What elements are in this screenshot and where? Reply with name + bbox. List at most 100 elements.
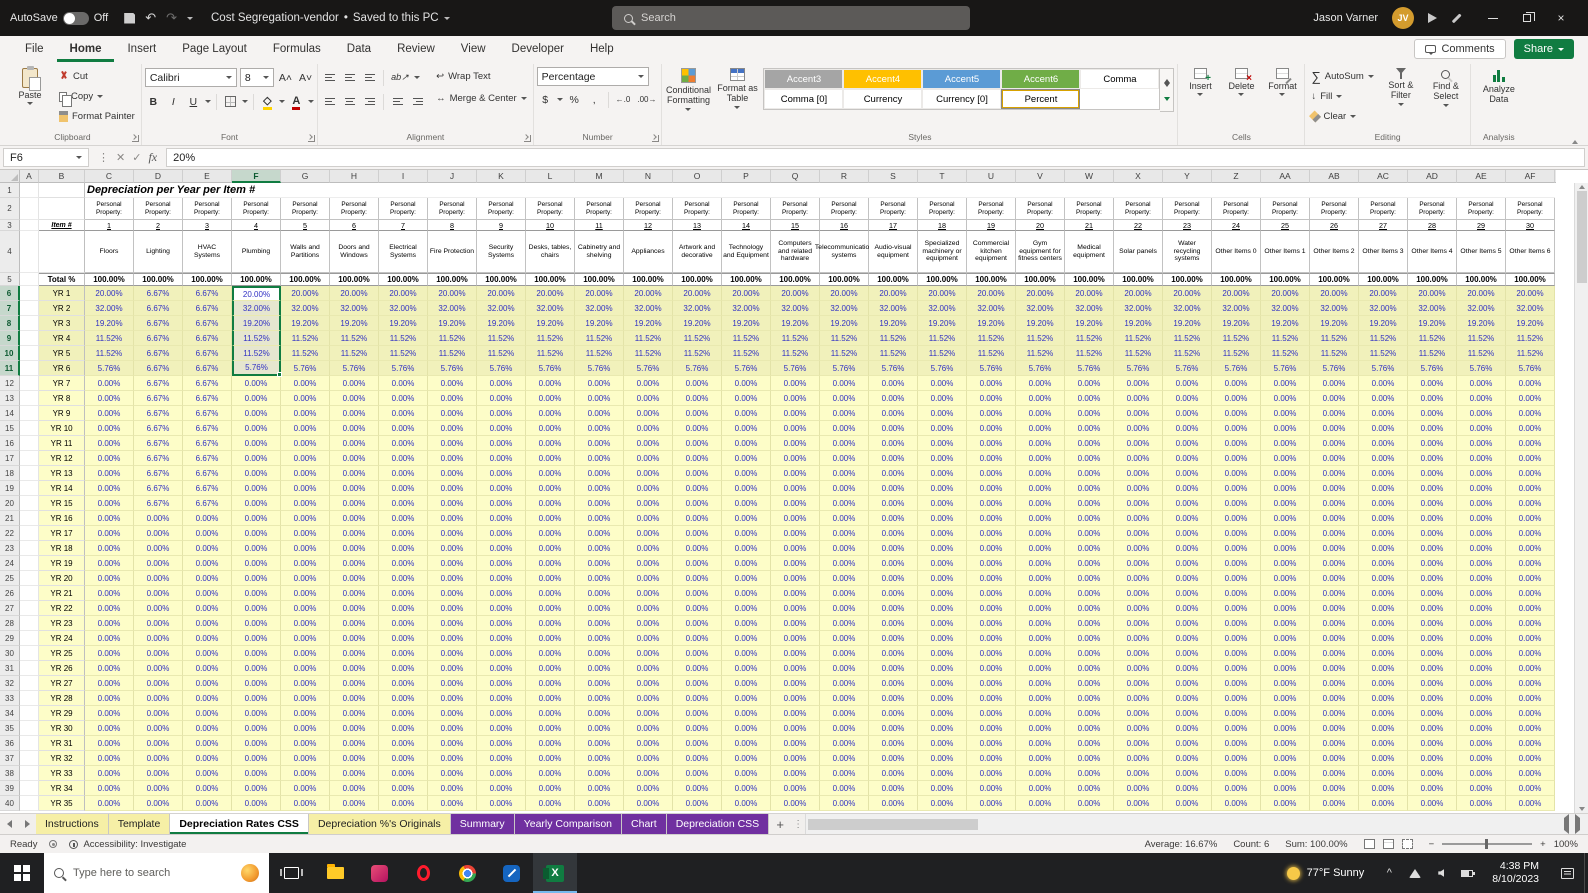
cell-AD33[interactable]: 0.00% bbox=[1408, 691, 1457, 706]
cell-G14[interactable]: 0.00% bbox=[281, 406, 330, 421]
cell-D33[interactable]: 0.00% bbox=[134, 691, 183, 706]
cell-AF23[interactable]: 0.00% bbox=[1506, 541, 1555, 556]
zoom-thumb[interactable] bbox=[1485, 839, 1489, 849]
cell-H38[interactable]: 0.00% bbox=[330, 766, 379, 781]
fill-handle[interactable] bbox=[277, 372, 282, 377]
cell-Z34[interactable]: 0.00% bbox=[1212, 706, 1261, 721]
cell-E36[interactable]: 0.00% bbox=[183, 736, 232, 751]
cell-G40[interactable]: 0.00% bbox=[281, 796, 330, 811]
cell-Z35[interactable]: 0.00% bbox=[1212, 721, 1261, 736]
number-format-select[interactable]: Percentage bbox=[536, 67, 649, 86]
sort-filter-button[interactable]: Sort & Filter bbox=[1380, 65, 1422, 125]
cell-O7[interactable]: 32.00% bbox=[673, 301, 722, 316]
cell-D7[interactable]: 6.67% bbox=[134, 301, 183, 316]
property-cell[interactable]: Personal Property: bbox=[1408, 198, 1457, 220]
category-cell[interactable]: Computers and related hardware bbox=[771, 231, 820, 273]
cell-L29[interactable]: 0.00% bbox=[526, 631, 575, 646]
cell-S15[interactable]: 0.00% bbox=[869, 421, 918, 436]
cell[interactable] bbox=[20, 198, 39, 220]
cell[interactable] bbox=[20, 616, 39, 631]
ribbon-tab-help[interactable]: Help bbox=[577, 36, 627, 62]
cell[interactable] bbox=[20, 556, 39, 571]
column-header-AC[interactable]: AC bbox=[1359, 170, 1408, 183]
cell-V35[interactable]: 0.00% bbox=[1016, 721, 1065, 736]
cell-L34[interactable]: 0.00% bbox=[526, 706, 575, 721]
cell-D11[interactable]: 6.67% bbox=[134, 361, 183, 376]
total-cell[interactable]: 100.00% bbox=[1163, 273, 1212, 286]
cell-AB15[interactable]: 0.00% bbox=[1310, 421, 1359, 436]
item-number-cell[interactable]: 17 bbox=[869, 220, 918, 231]
cell-E31[interactable]: 0.00% bbox=[183, 661, 232, 676]
cell-D21[interactable]: 0.00% bbox=[134, 511, 183, 526]
cell-AE21[interactable]: 0.00% bbox=[1457, 511, 1506, 526]
cell-AD10[interactable]: 11.52% bbox=[1408, 346, 1457, 361]
cell-S23[interactable]: 0.00% bbox=[869, 541, 918, 556]
cell-V25[interactable]: 0.00% bbox=[1016, 571, 1065, 586]
property-cell[interactable]: Personal Property: bbox=[1457, 198, 1506, 220]
cell-AE8[interactable]: 19.20% bbox=[1457, 316, 1506, 331]
cell-K34[interactable]: 0.00% bbox=[477, 706, 526, 721]
cell-D34[interactable]: 0.00% bbox=[134, 706, 183, 721]
cell-U39[interactable]: 0.00% bbox=[967, 781, 1016, 796]
cell-W9[interactable]: 11.52% bbox=[1065, 331, 1114, 346]
row-header-33[interactable]: 33 bbox=[0, 691, 20, 706]
total-cell[interactable]: 100.00% bbox=[477, 273, 526, 286]
cell-S19[interactable]: 0.00% bbox=[869, 481, 918, 496]
cell-AF26[interactable]: 0.00% bbox=[1506, 586, 1555, 601]
cell-X17[interactable]: 0.00% bbox=[1114, 451, 1163, 466]
cell-L21[interactable]: 0.00% bbox=[526, 511, 575, 526]
row-header-20[interactable]: 20 bbox=[0, 496, 20, 511]
cell-AB37[interactable]: 0.00% bbox=[1310, 751, 1359, 766]
cell-AF37[interactable]: 0.00% bbox=[1506, 751, 1555, 766]
cell-AB34[interactable]: 0.00% bbox=[1310, 706, 1359, 721]
year-label-cell[interactable]: YR 34 bbox=[39, 781, 85, 796]
total-cell[interactable]: 100.00% bbox=[673, 273, 722, 286]
cell-U22[interactable]: 0.00% bbox=[967, 526, 1016, 541]
cell-W13[interactable]: 0.00% bbox=[1065, 391, 1114, 406]
cell-AD13[interactable]: 0.00% bbox=[1408, 391, 1457, 406]
cell-L28[interactable]: 0.00% bbox=[526, 616, 575, 631]
cell[interactable] bbox=[20, 541, 39, 556]
property-cell[interactable]: Personal Property: bbox=[820, 198, 869, 220]
cell-D25[interactable]: 0.00% bbox=[134, 571, 183, 586]
cell-R13[interactable]: 0.00% bbox=[820, 391, 869, 406]
cell-Z12[interactable]: 0.00% bbox=[1212, 376, 1261, 391]
cell-R20[interactable]: 0.00% bbox=[820, 496, 869, 511]
cell-P12[interactable]: 0.00% bbox=[722, 376, 771, 391]
cell-Q26[interactable]: 0.00% bbox=[771, 586, 820, 601]
add-sheet-button[interactable]: + bbox=[769, 814, 791, 834]
cell-Q11[interactable]: 5.76% bbox=[771, 361, 820, 376]
collapse-ribbon-button[interactable] bbox=[1572, 123, 1578, 144]
property-cell[interactable]: Personal Property: bbox=[477, 198, 526, 220]
cell-N29[interactable]: 0.00% bbox=[624, 631, 673, 646]
cell-M34[interactable]: 0.00% bbox=[575, 706, 624, 721]
cell-L7[interactable]: 32.00% bbox=[526, 301, 575, 316]
property-cell[interactable]: Personal Property: bbox=[1114, 198, 1163, 220]
cell-I31[interactable]: 0.00% bbox=[379, 661, 428, 676]
find-select-button[interactable]: Find & Select bbox=[1425, 65, 1467, 125]
year-label-cell[interactable]: YR 33 bbox=[39, 766, 85, 781]
cell[interactable] bbox=[20, 721, 39, 736]
cell-P28[interactable]: 0.00% bbox=[722, 616, 771, 631]
item-number-cell[interactable]: 14 bbox=[722, 220, 771, 231]
cell-P27[interactable]: 0.00% bbox=[722, 601, 771, 616]
cell-AC21[interactable]: 0.00% bbox=[1359, 511, 1408, 526]
cell[interactable] bbox=[20, 406, 39, 421]
total-cell[interactable]: 100.00% bbox=[330, 273, 379, 286]
cell-D40[interactable]: 0.00% bbox=[134, 796, 183, 811]
cell-AF38[interactable]: 0.00% bbox=[1506, 766, 1555, 781]
cell-F34[interactable]: 0.00% bbox=[232, 706, 281, 721]
cell-V12[interactable]: 0.00% bbox=[1016, 376, 1065, 391]
year-label-cell[interactable]: YR 5 bbox=[39, 346, 85, 361]
cell-Q15[interactable]: 0.00% bbox=[771, 421, 820, 436]
cell-AC15[interactable]: 0.00% bbox=[1359, 421, 1408, 436]
page-break-view-button[interactable] bbox=[1401, 839, 1413, 849]
cell-H21[interactable]: 0.00% bbox=[330, 511, 379, 526]
cell[interactable] bbox=[20, 481, 39, 496]
cell-N37[interactable]: 0.00% bbox=[624, 751, 673, 766]
cell-AA6[interactable]: 20.00% bbox=[1261, 286, 1310, 301]
cell-AB13[interactable]: 0.00% bbox=[1310, 391, 1359, 406]
bold-button[interactable]: B bbox=[145, 92, 162, 111]
cell-G10[interactable]: 11.52% bbox=[281, 346, 330, 361]
cell-R14[interactable]: 0.00% bbox=[820, 406, 869, 421]
